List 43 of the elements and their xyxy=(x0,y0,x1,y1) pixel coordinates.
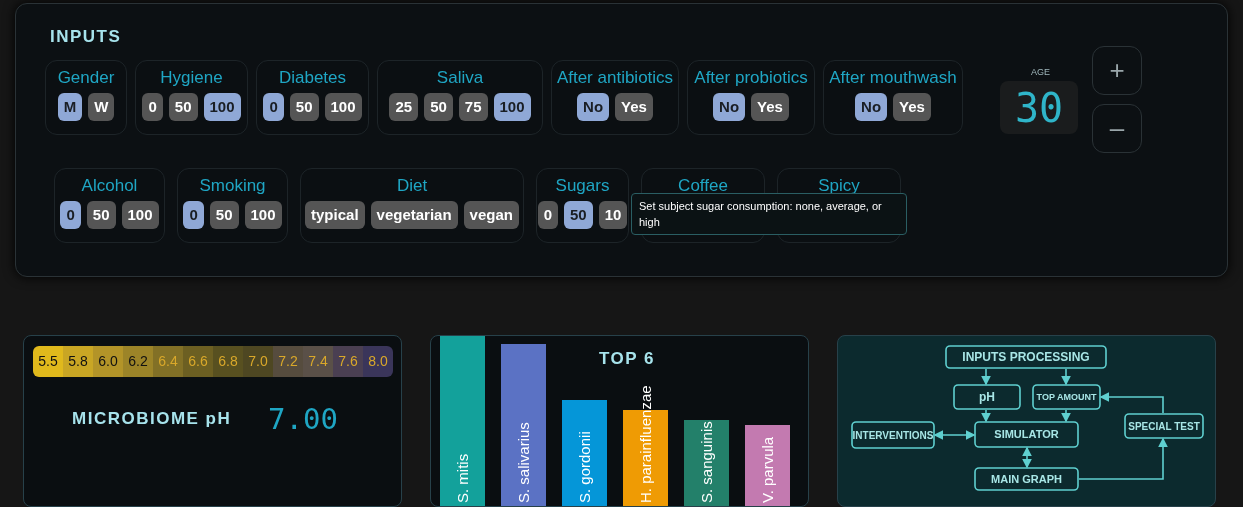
bar-label: V. parvula xyxy=(757,436,777,503)
ph-scale-cell: 7.2 xyxy=(273,346,303,377)
ph-scale-cell: 6.8 xyxy=(213,346,243,377)
group-label: After probiotics xyxy=(694,67,808,89)
group-label: Smoking xyxy=(199,175,266,197)
tooltip: Set subject sugar consumption: none, average, or high xyxy=(631,193,907,235)
ph-scale-cell: 5.8 xyxy=(63,346,93,377)
group-label: Sugars xyxy=(555,175,610,197)
age-label: AGE xyxy=(1031,66,1050,79)
flow-node: SPECIAL TEST xyxy=(1124,413,1204,439)
ph-value: 7.00 xyxy=(268,401,338,438)
group-label: After antibiotics xyxy=(556,67,674,89)
group-label: Diabetes xyxy=(278,67,347,89)
ph-scale-cell: 6.6 xyxy=(183,346,213,377)
group-label: Alcohol xyxy=(81,175,138,197)
section-title: INPUTS xyxy=(50,26,122,48)
flow-node: INPUTS PROCESSING xyxy=(945,345,1107,369)
flow-node: MAIN GRAPH xyxy=(974,467,1079,491)
ph-scale-cell: 7.4 xyxy=(303,346,333,377)
age-display: 30 xyxy=(1000,81,1078,134)
flow-node: SIMULATOR xyxy=(974,421,1079,448)
group-label: Diet xyxy=(396,175,428,197)
flow-node: pH xyxy=(953,384,1021,410)
bar-label: H. parainfluenzae xyxy=(635,385,655,503)
ph-scale-cell: 7.6 xyxy=(333,346,363,377)
flow-node: TOP AMOUNT xyxy=(1032,384,1101,410)
group-label: Hygiene xyxy=(160,67,223,89)
ph-label: MICROBIOME pH xyxy=(72,408,232,430)
ph-scale-cell: 6.0 xyxy=(93,346,123,377)
bar-label: S. sanguinis xyxy=(696,421,716,503)
bar-label: S. gordonii xyxy=(574,431,594,503)
ph-scale-cell: 7.0 xyxy=(243,346,273,377)
ph-scale-cell: 6.4 xyxy=(153,346,183,377)
bar-label: S. salivarius xyxy=(513,422,533,503)
flow-node: INTERVENTIONS xyxy=(851,421,935,449)
ph-scale-cell: 5.5 xyxy=(33,346,63,377)
group-label: Saliva xyxy=(436,67,484,89)
group-label: After mouthwash xyxy=(829,67,957,89)
group-label: Gender xyxy=(57,67,115,89)
ph-scale-cell: 8.0 xyxy=(363,346,393,377)
bar-label: S. mitis xyxy=(452,453,472,503)
ph-scale-cell: 6.2 xyxy=(123,346,153,377)
chart-title: TOP 6 xyxy=(599,348,655,370)
